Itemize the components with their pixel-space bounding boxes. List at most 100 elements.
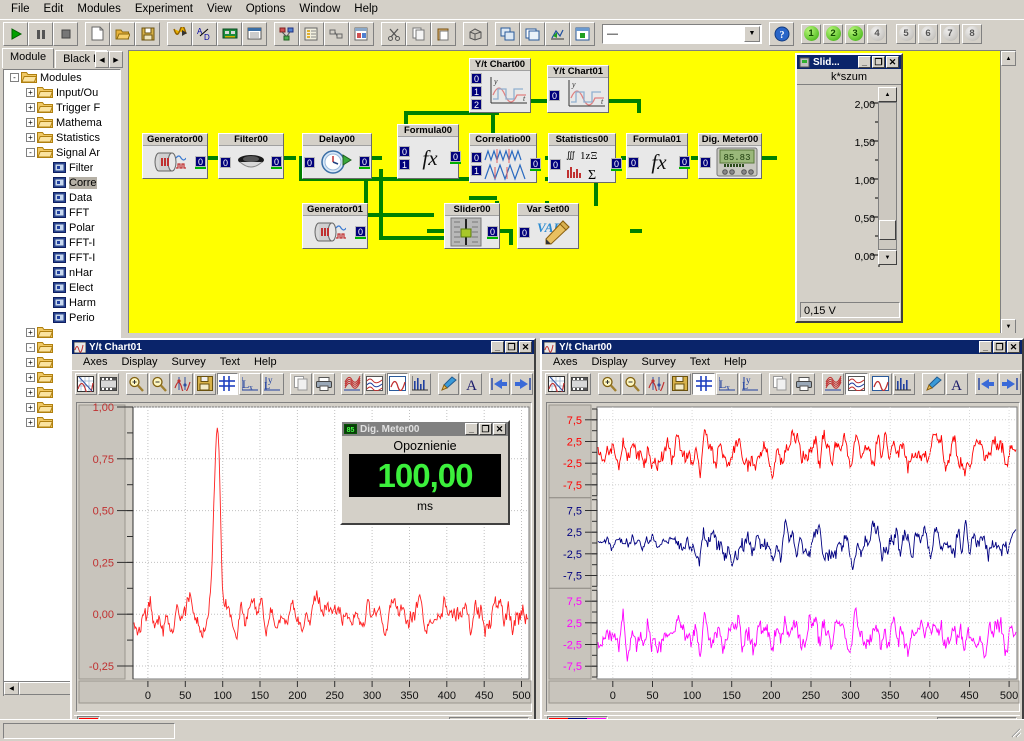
- properties-list-button[interactable]: [299, 21, 324, 46]
- tree-item-modules[interactable]: - Modules: [4, 70, 120, 85]
- menu-view[interactable]: View: [200, 1, 239, 18]
- channel-button-1[interactable]: 1: [801, 23, 821, 44]
- filmstrip-button[interactable]: [568, 372, 592, 395]
- color-button[interactable]: [437, 372, 460, 395]
- copy-chart-button[interactable]: [290, 372, 312, 395]
- tree-item-trigger-f[interactable]: + Trigger F: [4, 100, 120, 115]
- analog-digital-button[interactable]: AD: [192, 21, 217, 46]
- zoom-in-button[interactable]: [125, 372, 148, 395]
- new-document-button[interactable]: [85, 21, 110, 46]
- tree-item-mathema[interactable]: + Mathema: [4, 115, 120, 130]
- help-button[interactable]: ?: [769, 21, 794, 46]
- tree-expander[interactable]: +: [26, 118, 35, 127]
- channel-button-6[interactable]: 6: [918, 23, 938, 44]
- axes-settings-button[interactable]: [75, 372, 97, 395]
- zoom-in-button[interactable]: [598, 372, 621, 395]
- x-axis-button[interactable]: Lx: [715, 372, 739, 395]
- tree-item-corre[interactable]: Corre: [4, 175, 120, 190]
- zoom-out-button[interactable]: [621, 372, 645, 395]
- copy-chart-button[interactable]: [768, 372, 792, 395]
- block-generator00[interactable]: Generator00 0: [142, 133, 208, 179]
- paste-button[interactable]: [431, 21, 456, 46]
- output-port-0[interactable]: 0: [271, 155, 282, 169]
- tab-module[interactable]: Module: [2, 48, 55, 68]
- resize-grip-icon[interactable]: [1008, 725, 1022, 739]
- menu-options[interactable]: Options: [239, 1, 293, 18]
- tab-scroll-left-icon[interactable]: ◀: [95, 51, 109, 68]
- chart-right-titlebar[interactable]: Y/t Chart00 _ ❐ ✕: [542, 340, 1022, 354]
- tree-item-fft[interactable]: FFT: [4, 205, 120, 220]
- cursor-button[interactable]: [171, 372, 193, 395]
- output-port-0[interactable]: 0: [679, 155, 690, 169]
- annotate-text-button[interactable]: A: [945, 372, 969, 395]
- close-icon[interactable]: ✕: [1007, 341, 1020, 353]
- block-statistics00[interactable]: Statistics00 0 ∭ 1zΞ Σ 0: [548, 133, 622, 183]
- input-port-2[interactable]: 2: [471, 99, 482, 110]
- copy-button[interactable]: [406, 21, 431, 46]
- input-port-0[interactable]: 0: [550, 158, 561, 170]
- maximize-icon[interactable]: ❐: [993, 341, 1006, 353]
- tree-expander[interactable]: +: [26, 88, 35, 97]
- input-port-0[interactable]: 0: [628, 156, 639, 168]
- output-port-0[interactable]: 0: [487, 225, 498, 239]
- chart-menu-axes[interactable]: Axes: [76, 355, 114, 369]
- stacked-view-button[interactable]: [845, 372, 868, 395]
- minimize-icon[interactable]: _: [465, 423, 478, 435]
- chart-menu-display[interactable]: Display: [584, 355, 634, 369]
- wire-segment[interactable]: [427, 229, 431, 233]
- channel-button-7[interactable]: 7: [940, 23, 960, 44]
- tree-item-filter[interactable]: Filter: [4, 160, 120, 175]
- export-button[interactable]: [570, 21, 595, 46]
- cursor-button[interactable]: [645, 372, 668, 395]
- diagram-button[interactable]: [274, 21, 299, 46]
- import-button[interactable]: [545, 21, 570, 46]
- waterfall-button[interactable]: [341, 372, 363, 395]
- tree-expander[interactable]: +: [26, 388, 35, 397]
- maximize-icon[interactable]: ❐: [872, 56, 885, 68]
- maximize-icon[interactable]: ❐: [479, 423, 492, 435]
- tree-expander[interactable]: +: [26, 133, 35, 142]
- save-button[interactable]: [135, 21, 160, 46]
- wire-segment[interactable]: [379, 169, 383, 239]
- wire-segment[interactable]: [372, 156, 382, 160]
- input-port-0[interactable]: 0: [471, 152, 482, 163]
- input-port-0[interactable]: 0: [220, 156, 231, 168]
- input-port-0[interactable]: 0: [519, 226, 530, 238]
- wire-segment[interactable]: [469, 196, 497, 200]
- tree-item-polar[interactable]: Polar: [4, 220, 120, 235]
- tree-item-elect[interactable]: Elect: [4, 280, 120, 295]
- save-chart-button[interactable]: [193, 372, 216, 395]
- channel-button-5[interactable]: 5: [896, 23, 916, 44]
- block-formula00[interactable]: Formula00 0 1 fx 0: [397, 124, 461, 179]
- chart-menu-survey[interactable]: Survey: [165, 355, 213, 369]
- slider-down-arrow-icon[interactable]: ▼: [878, 250, 897, 265]
- channel-button-8[interactable]: 8: [962, 23, 982, 44]
- chart-menu-display[interactable]: Display: [114, 355, 164, 369]
- close-icon[interactable]: ✕: [886, 56, 899, 68]
- slider-up-arrow-icon[interactable]: ▲: [878, 87, 897, 102]
- stop-button[interactable]: [53, 21, 78, 46]
- block-slider00[interactable]: Slider00 0: [444, 203, 500, 249]
- tile-window-button[interactable]: [495, 21, 520, 46]
- slider-value-field[interactable]: 0,15 V: [800, 302, 900, 318]
- menu-modules[interactable]: Modules: [70, 1, 127, 18]
- tree-expander[interactable]: -: [26, 343, 35, 352]
- single-view-button[interactable]: [386, 372, 409, 395]
- run-button[interactable]: [3, 21, 28, 46]
- block-var-set00[interactable]: Var Set00 0 VAR: [517, 203, 579, 249]
- green-card-button[interactable]: [217, 21, 242, 46]
- block-dig-meter00[interactable]: Dig. Meter00 0 85.83: [698, 133, 762, 179]
- zoom-out-button[interactable]: [148, 372, 171, 395]
- tree-expander[interactable]: +: [26, 103, 35, 112]
- input-port-1[interactable]: 1: [471, 165, 482, 176]
- menu-window[interactable]: Window: [292, 1, 347, 18]
- chart-window-left[interactable]: Y/t Chart01 _ ❐ ✕ Axes Display Survey Te…: [70, 338, 536, 736]
- axes-settings-button[interactable]: [545, 372, 568, 395]
- block-delay00[interactable]: Delay00 0 0: [302, 133, 372, 179]
- scroll-left-icon[interactable]: ◀: [4, 682, 19, 695]
- print-chart-button[interactable]: [792, 372, 815, 395]
- y-axis-button[interactable]: yL: [739, 372, 762, 395]
- stacked-view-button[interactable]: [363, 372, 386, 395]
- block-y-t-chart00[interactable]: Y/t Chart00 0 1 2 y t: [469, 58, 531, 113]
- tree-item-harm[interactable]: Harm: [4, 295, 120, 310]
